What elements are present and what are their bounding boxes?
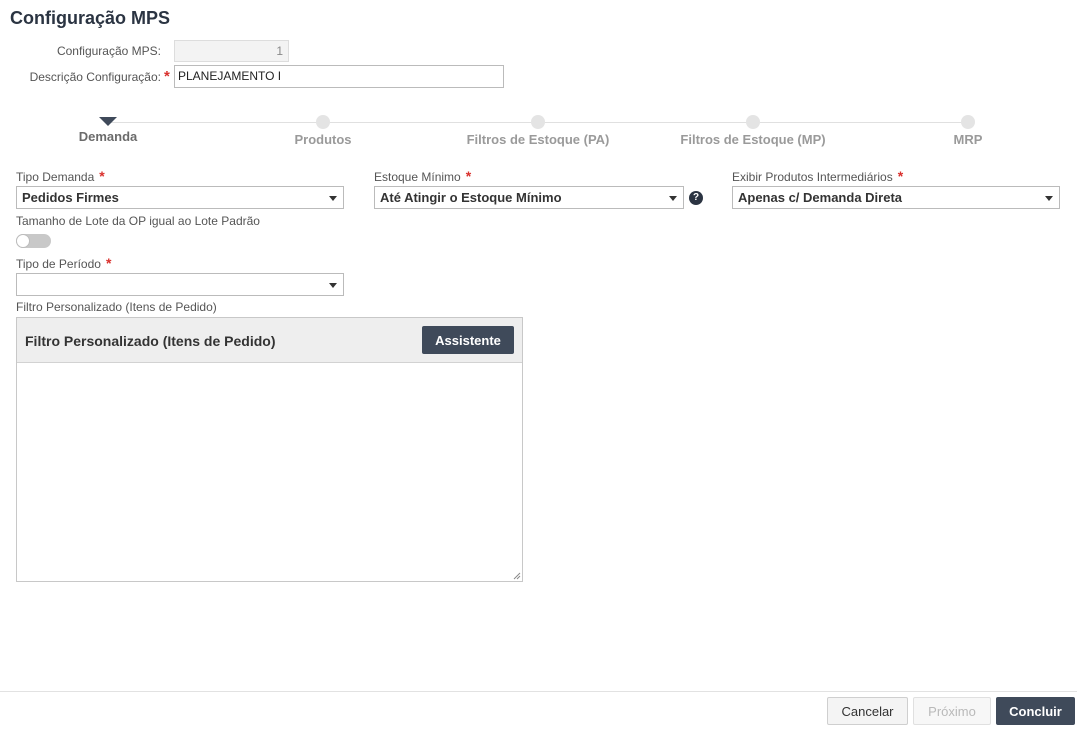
step-label: Produtos xyxy=(294,132,352,147)
step-mrp[interactable]: MRP xyxy=(878,115,1058,147)
step-produtos[interactable]: Produtos xyxy=(233,115,413,147)
chevron-down-icon xyxy=(329,283,337,288)
footer-divider xyxy=(0,691,1077,692)
next-button[interactable]: Próximo xyxy=(913,697,991,725)
tipo-demanda-select[interactable]: Pedidos Firmes xyxy=(16,186,344,209)
step-label: Filtros de Estoque (MP) xyxy=(680,132,826,147)
step-label: Filtros de Estoque (PA) xyxy=(466,132,610,147)
filtro-personalizado-panel: Filtro Personalizado (Itens de Pedido) A… xyxy=(16,317,523,582)
chevron-down-icon xyxy=(329,196,337,201)
step-label: Demanda xyxy=(78,129,138,144)
step-dot-icon xyxy=(316,115,330,129)
finish-button[interactable]: Concluir xyxy=(996,697,1075,725)
toggle-knob xyxy=(16,234,30,248)
filtro-personalizado-label: Filtro Personalizado (Itens de Pedido) xyxy=(16,300,217,314)
step-dot-icon xyxy=(531,115,545,129)
filtro-panel-header: Filtro Personalizado (Itens de Pedido) A… xyxy=(17,318,522,363)
exibir-intermediarios-value: Apenas c/ Demanda Direta xyxy=(738,190,903,205)
page-title: Configuração MPS xyxy=(10,8,171,28)
estoque-minimo-label: Estoque Mínimo * xyxy=(374,169,473,184)
required-mark: * xyxy=(105,255,112,271)
descricao-field[interactable]: PLANEJAMENTO I xyxy=(174,65,504,88)
exibir-intermediarios-label-text: Exibir Produtos Intermediários xyxy=(732,170,893,184)
filtro-panel-title: Filtro Personalizado (Itens de Pedido) xyxy=(25,333,276,349)
estoque-minimo-value: Até Atingir o Estoque Mínimo xyxy=(380,190,562,205)
tipo-demanda-label-text: Tipo Demanda xyxy=(16,170,95,184)
descricao-label: Descrição Configuração: xyxy=(29,69,161,84)
config-mps-row: Configuração MPS: xyxy=(0,40,161,62)
tipo-periodo-label: Tipo de Período * xyxy=(16,256,113,271)
resize-grip-icon[interactable] xyxy=(513,572,521,580)
required-mark: * xyxy=(99,168,105,184)
chevron-down-icon xyxy=(1045,196,1053,201)
cancel-button[interactable]: Cancelar xyxy=(827,697,908,725)
step-dot-icon xyxy=(746,115,760,129)
step-filtros-estoque-pa[interactable]: Filtros de Estoque (PA) xyxy=(448,115,628,147)
config-mps-label: Configuração MPS: xyxy=(56,44,161,58)
tamanho-lote-label: Tamanho de Lote da OP igual ao Lote Padr… xyxy=(16,214,260,228)
filtro-text-area[interactable] xyxy=(17,363,522,580)
required-mark: * xyxy=(897,168,904,184)
required-mark: * xyxy=(164,68,170,85)
step-filtros-estoque-mp[interactable]: Filtros de Estoque (MP) xyxy=(663,115,843,147)
tipo-demanda-label: Tipo Demanda * xyxy=(16,169,107,184)
current-step-indicator-icon xyxy=(99,117,117,126)
help-icon[interactable]: ? xyxy=(689,191,703,205)
tipo-demanda-value: Pedidos Firmes xyxy=(22,190,119,205)
step-label: MRP xyxy=(953,132,983,147)
estoque-minimo-select[interactable]: Até Atingir o Estoque Mínimo xyxy=(374,186,684,209)
assistente-button[interactable]: Assistente xyxy=(422,326,514,354)
tamanho-lote-toggle[interactable] xyxy=(16,234,51,248)
tipo-periodo-label-text: Tipo de Período xyxy=(16,257,101,271)
required-mark: * xyxy=(465,168,472,184)
config-mps-field: 1 xyxy=(174,40,289,62)
tipo-periodo-select[interactable] xyxy=(16,273,344,296)
estoque-minimo-label-text: Estoque Mínimo xyxy=(374,170,461,184)
chevron-down-icon xyxy=(669,196,677,201)
exibir-intermediarios-label: Exibir Produtos Intermediários * xyxy=(732,169,905,184)
step-dot-icon xyxy=(961,115,975,129)
exibir-intermediarios-select[interactable]: Apenas c/ Demanda Direta xyxy=(732,186,1060,209)
descricao-row: Descrição Configuração: * xyxy=(0,65,172,88)
step-demanda[interactable]: Demanda xyxy=(18,115,198,144)
